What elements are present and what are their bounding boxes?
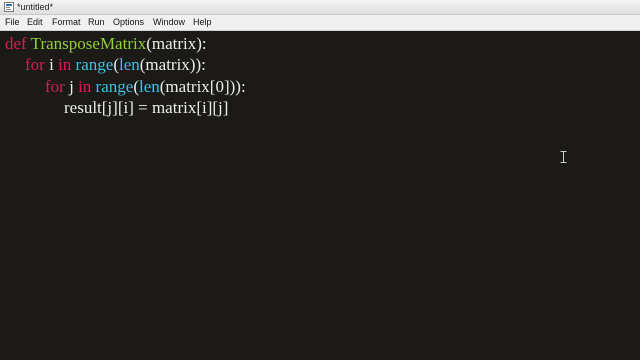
code-token-fn: TransposeMatrix — [30, 34, 147, 53]
code-line[interactable]: for j in range(len(matrix[0])): — [45, 77, 246, 97]
code-editor[interactable]: def TransposeMatrix(matrix): for i in ra… — [0, 31, 640, 360]
code-token-txt: result[j][i] = matrix[i][j] — [64, 98, 229, 117]
menu-bar: File Edit Format Run Options Window Help — [0, 15, 640, 31]
menu-window[interactable]: Window — [153, 17, 185, 28]
code-token-kw: in — [78, 77, 92, 96]
code-line[interactable]: result[j][i] = matrix[i][j] — [64, 98, 228, 118]
code-token-kw: for — [25, 55, 45, 74]
text-ibeam-cursor — [560, 151, 567, 163]
title-bar[interactable]: *untitled* — [0, 0, 640, 15]
menu-file[interactable]: File — [5, 17, 20, 28]
menu-options[interactable]: Options — [113, 17, 144, 28]
menu-help[interactable]: Help — [193, 17, 212, 28]
menu-run[interactable]: Run — [88, 17, 105, 28]
idle-app-icon — [4, 2, 14, 12]
window-title: *untitled* — [17, 2, 54, 12]
code-line[interactable]: def TransposeMatrix(matrix): — [5, 34, 207, 54]
code-token-txt: j — [64, 77, 79, 96]
code-token-kw: def — [5, 34, 27, 53]
code-token-txt: (matrix[0])): — [159, 77, 246, 96]
idle-editor-window: *untitled* File Edit Format Run Options … — [0, 0, 640, 360]
menu-edit[interactable]: Edit — [27, 17, 43, 28]
code-token-bi: range — [75, 55, 114, 74]
code-token-bi: len — [118, 55, 140, 74]
code-token-txt: (matrix)): — [139, 55, 206, 74]
code-token-kw: in — [58, 55, 72, 74]
code-token-txt: i — [44, 55, 59, 74]
menu-format[interactable]: Format — [52, 17, 81, 28]
code-token-bi: range — [95, 77, 134, 96]
code-line[interactable]: for i in range(len(matrix)): — [25, 55, 206, 75]
code-token-bi: len — [138, 77, 160, 96]
code-token-kw: for — [45, 77, 65, 96]
code-token-txt: (matrix): — [146, 34, 207, 53]
